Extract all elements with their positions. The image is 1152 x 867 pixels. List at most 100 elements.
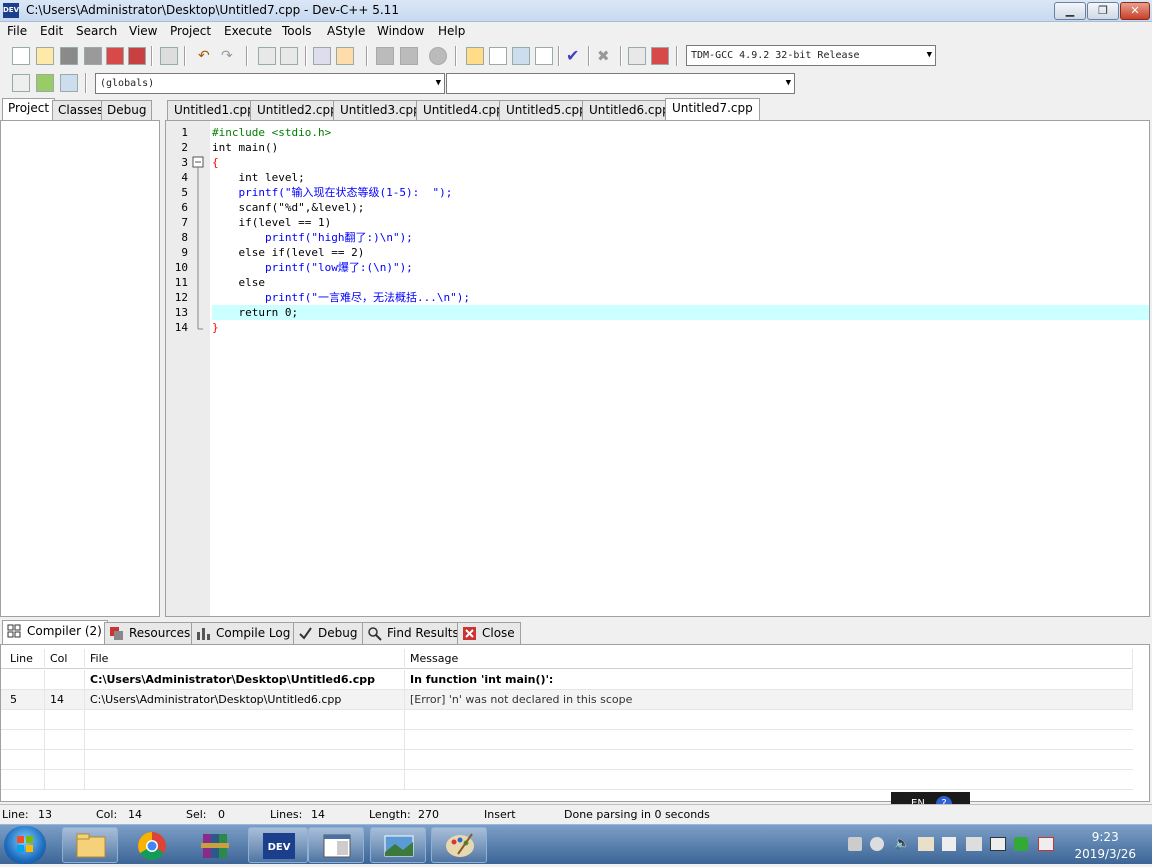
replace-icon[interactable] [280, 47, 298, 65]
code-line-current[interactable]: return 0; [212, 305, 1149, 320]
chart-icon[interactable] [628, 47, 646, 65]
close-all-icon[interactable] [128, 47, 146, 65]
menu-edit[interactable]: Edit [40, 24, 63, 38]
column-col[interactable]: Col [45, 649, 85, 669]
maximize-button[interactable]: ❐ [1087, 2, 1119, 20]
column-line[interactable]: Line [5, 649, 45, 669]
menu-file[interactable]: File [7, 24, 27, 38]
redo-icon[interactable]: ↷ [221, 47, 239, 65]
function-select[interactable]: ▼ [446, 73, 795, 94]
tab-untitled3[interactable]: Untitled3.cpp [333, 100, 428, 120]
tray-app-icon[interactable] [918, 837, 934, 851]
tab-resources[interactable]: Resources [104, 622, 197, 644]
code-line[interactable]: { [212, 155, 1149, 170]
menu-help[interactable]: Help [438, 24, 465, 38]
open-file-icon[interactable] [36, 47, 54, 65]
devcpp-taskbar-button[interactable]: DEV [248, 827, 308, 863]
tab-debug-output[interactable]: Debug [293, 622, 364, 644]
fold-marker-icon[interactable] [192, 121, 204, 616]
tab-debug[interactable]: Debug [101, 100, 153, 120]
tab-untitled6[interactable]: Untitled6.cpp [582, 100, 677, 120]
table-row[interactable]: C:\Users\Administrator\Desktop\Untitled6… [1, 670, 1133, 690]
network-error-icon[interactable] [1038, 837, 1054, 851]
tab-project[interactable]: Project [2, 98, 56, 120]
clock[interactable]: 9:23 2019/3/26 [1074, 829, 1136, 863]
code-line[interactable]: int main() [212, 140, 1149, 155]
tab-close[interactable]: Close [457, 622, 521, 644]
undo-icon[interactable]: ↶ [198, 47, 216, 65]
layout-icon[interactable] [512, 47, 530, 65]
indent-icon[interactable] [313, 47, 331, 65]
chrome-taskbar-button[interactable] [123, 827, 179, 863]
display-icon[interactable] [990, 837, 1006, 851]
tab-untitled7[interactable]: Untitled7.cpp [665, 98, 760, 120]
toggle-bookmark-icon[interactable] [336, 47, 354, 65]
code-line[interactable]: printf("low爆了:(\n)"); [212, 260, 1149, 275]
tile-icon[interactable] [466, 47, 484, 65]
menu-window[interactable]: Window [377, 24, 424, 38]
code-line[interactable]: printf("high翻了:)\n"); [212, 230, 1149, 245]
tab-find-results[interactable]: Find Results [362, 622, 465, 644]
printer-icon[interactable] [966, 837, 982, 851]
network-icon[interactable] [848, 837, 862, 851]
stop-icon[interactable] [429, 47, 447, 65]
menu-astyle[interactable]: AStyle [327, 24, 365, 38]
save-icon[interactable] [60, 47, 78, 65]
start-button[interactable] [4, 826, 46, 864]
save-all-icon[interactable] [84, 47, 102, 65]
code-editor[interactable]: 1 2 3 4 5 6 7 8 9 10 11 12 13 14 #includ… [165, 120, 1150, 617]
settings-icon[interactable] [870, 837, 884, 851]
winrar-taskbar-button[interactable] [186, 827, 242, 863]
close-file-icon[interactable] [106, 47, 124, 65]
new-file-icon[interactable] [12, 47, 30, 65]
menu-view[interactable]: View [129, 24, 157, 38]
menu-search[interactable]: Search [76, 24, 117, 38]
tab-untitled5[interactable]: Untitled5.cpp [499, 100, 594, 120]
tray-tool-icon[interactable] [942, 837, 956, 851]
check-syntax-icon[interactable]: ✔ [566, 47, 584, 65]
project-browser[interactable] [0, 120, 160, 617]
compiler-messages[interactable]: Line Col File Message C:\Users\Administr… [0, 644, 1150, 802]
code-line[interactable]: int level; [212, 170, 1149, 185]
code-line[interactable]: printf("输入现在状态等级(1-5): "); [212, 185, 1149, 200]
tab-untitled2[interactable]: Untitled2.cpp [250, 100, 345, 120]
goto-prev-icon[interactable] [376, 47, 394, 65]
menu-tools[interactable]: Tools [282, 24, 312, 38]
close-button[interactable]: ✕ [1120, 2, 1150, 20]
code-line[interactable]: else if(level == 2) [212, 245, 1149, 260]
code-line[interactable]: else [212, 275, 1149, 290]
minimize-button[interactable]: ▁ [1054, 2, 1086, 20]
find-icon[interactable] [258, 47, 276, 65]
column-message[interactable]: Message [405, 649, 1133, 669]
tab-untitled1[interactable]: Untitled1.cpp [167, 100, 262, 120]
print-icon[interactable] [160, 47, 178, 65]
grid-icon[interactable] [535, 47, 553, 65]
tab-compiler[interactable]: Compiler (2) [2, 620, 108, 644]
profile-delete-icon[interactable] [651, 47, 669, 65]
menu-execute[interactable]: Execute [224, 24, 272, 38]
code-line[interactable]: scanf("%d",&level); [212, 200, 1149, 215]
menu-project[interactable]: Project [170, 24, 211, 38]
editor-taskbar-button[interactable] [308, 827, 364, 863]
tab-compile-log[interactable]: Compile Log [191, 622, 297, 644]
tab-untitled4[interactable]: Untitled4.cpp [416, 100, 511, 120]
paint-taskbar-button[interactable] [431, 827, 487, 863]
code-line[interactable]: } [212, 320, 1149, 335]
security-shield-icon[interactable] [1014, 837, 1028, 851]
delete-icon[interactable]: ✖ [597, 47, 615, 65]
new-project-icon[interactable] [12, 74, 30, 92]
code-line[interactable]: if(level == 1) [212, 215, 1149, 230]
compiler-select[interactable]: TDM-GCC 4.9.2 32-bit Release ▼ [686, 45, 936, 66]
volume-icon[interactable]: 🔈 [894, 836, 910, 851]
table-row[interactable]: 5 14 C:\Users\Administrator\Desktop\Unti… [1, 690, 1133, 710]
insert-icon[interactable] [36, 74, 54, 92]
explorer-taskbar-button[interactable] [62, 827, 118, 863]
photo-viewer-taskbar-button[interactable] [370, 827, 426, 863]
column-file[interactable]: File [85, 649, 405, 669]
scope-select[interactable]: (globals) ▼ [95, 73, 445, 94]
goto-next-icon[interactable] [400, 47, 418, 65]
code-line[interactable]: printf("一言难尽，无法概括...\n"); [212, 290, 1149, 305]
code-line[interactable]: #include <stdio.h> [212, 125, 1149, 140]
window-icon[interactable] [489, 47, 507, 65]
class-icon[interactable] [60, 74, 78, 92]
